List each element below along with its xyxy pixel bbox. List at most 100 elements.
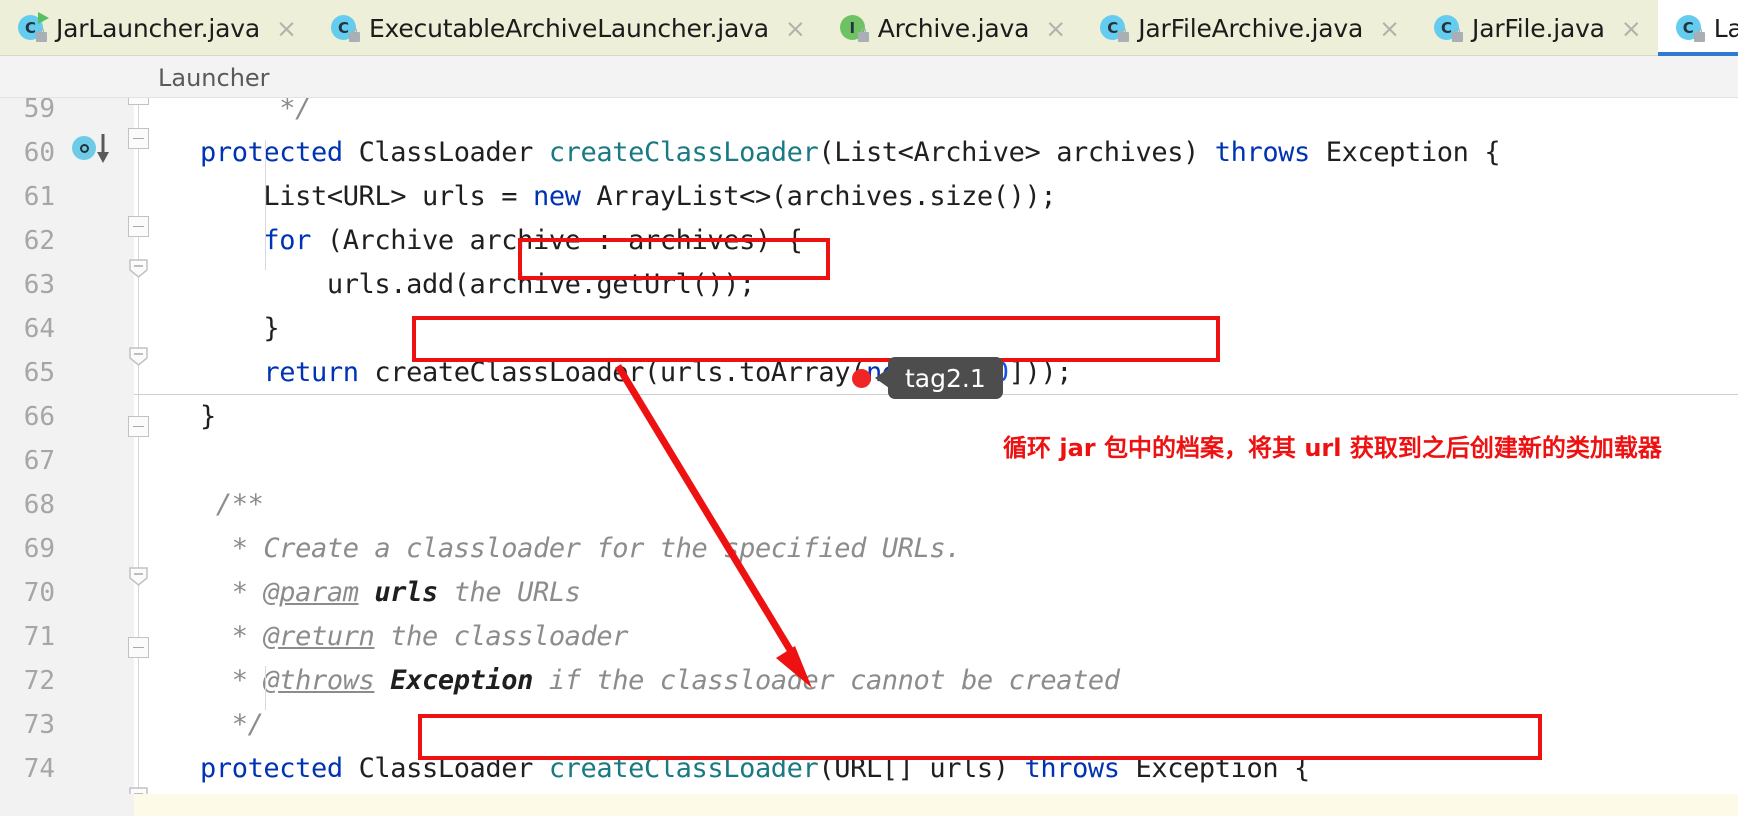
tab-label: JarFile.java [1472, 13, 1605, 43]
java-class-icon: C [18, 12, 49, 42]
code-token: List<URL> urls = [200, 181, 533, 212]
code-token: /** [200, 489, 264, 520]
code-line[interactable]: } [0, 308, 1738, 352]
code-line[interactable]: * @param urls the URLs [0, 572, 1738, 616]
code-line[interactable]: List<URL> urls = new ArrayList<>(archive… [0, 176, 1738, 220]
editor-tab-launcher[interactable]: C Launcher.java × [1657, 0, 1738, 56]
java-interface-icon: I [839, 14, 869, 42]
java-class-icon: C [1675, 14, 1705, 42]
marker-dot-tag2-1 [852, 369, 871, 388]
code-token: urls.add(archive.getUrl()); [200, 269, 756, 300]
code-line[interactable]: */ [0, 98, 1738, 132]
code-token: the classloader [374, 621, 629, 652]
tab-label: Archive.java [877, 13, 1030, 43]
chinese-annotation-note: 循环 jar 包中的档案，将其 url 获取到之后创建新的类加载器 [1003, 434, 1662, 462]
code-token: ClassLoader [358, 753, 549, 784]
code-token: ])); [1008, 357, 1073, 388]
tab-label: JarFileArchive.java [1138, 13, 1364, 43]
editor-tab-bar: C JarLauncher.java × C ExecutableArchive… [0, 0, 1738, 56]
code-token: @param [263, 577, 359, 608]
code-line[interactable]: protected ClassLoader createClassLoader(… [0, 748, 1738, 792]
code-token: return [263, 357, 375, 388]
breadcrumb: Launcher [0, 56, 1738, 98]
ide-window: C JarLauncher.java × C ExecutableArchive… [0, 0, 1738, 816]
editor-tab-executablearchivelauncher[interactable]: C ExecutableArchiveLauncher.java × [313, 0, 822, 56]
code-token: createClassLoader [548, 137, 819, 168]
callout-tag2-1: tag2.1 [875, 357, 1003, 399]
tab-label: JarLauncher.java [56, 13, 260, 43]
fold-toggle[interactable] [128, 416, 149, 437]
code-token: createClassLoader(urls.toArray( [374, 357, 866, 388]
code-token: throws [1024, 753, 1136, 784]
code-token: urls [374, 577, 438, 608]
code-token: (List<Archive> archives) [818, 137, 1215, 168]
code-token: Exception { [1325, 137, 1501, 168]
code-line[interactable]: for (Archive archive : archives) { [0, 220, 1738, 264]
fold-toggle[interactable] [128, 98, 149, 105]
java-class-icon: C [330, 14, 360, 42]
code-token: ClassLoader [358, 137, 549, 168]
editor-tab-jarlauncher[interactable]: C JarLauncher.java × [0, 0, 313, 56]
code-token: Exception [390, 665, 533, 696]
callout-label: tag2.1 [905, 363, 986, 393]
editor-tab-jarfile[interactable]: C JarFile.java × [1416, 0, 1658, 56]
code-line[interactable]: urls.add(archive.getUrl()); [0, 264, 1738, 308]
code-token: (Archive archive : archives) { [326, 225, 803, 256]
code-token: } [200, 313, 280, 344]
code-token: if the classloader cannot be created [532, 665, 1120, 696]
breadcrumb-item-launcher[interactable]: Launcher [158, 64, 270, 92]
fold-end-marker[interactable] [128, 346, 149, 367]
overridden-method-icon[interactable] [72, 136, 96, 160]
code-token: */ [200, 709, 264, 740]
code-token: for [263, 225, 327, 256]
tab-label: ExecutableArchiveLauncher.java [368, 13, 769, 43]
editor-bottom-strip [0, 794, 1738, 816]
fold-end-marker[interactable] [128, 566, 149, 587]
close-icon[interactable]: × [1045, 16, 1066, 41]
close-icon[interactable]: × [785, 16, 806, 41]
java-class-icon: C [1100, 14, 1130, 42]
code-token: new [532, 181, 597, 212]
code-token: protected [200, 753, 359, 784]
close-icon[interactable]: × [1379, 16, 1400, 41]
code-token: the URLs [437, 577, 581, 608]
code-line[interactable]: /** [0, 484, 1738, 528]
code-token: @throws [263, 665, 375, 696]
code-token: throws [1214, 137, 1326, 168]
code-token: } [200, 401, 216, 432]
code-line[interactable]: * Create a classloader for the specified… [0, 528, 1738, 572]
fold-toggle[interactable] [128, 216, 149, 237]
code-token: Exception { [1135, 753, 1311, 784]
code-line[interactable]: protected ClassLoader createClassLoader(… [0, 132, 1738, 176]
code-line[interactable]: * @return the classloader [0, 616, 1738, 660]
editor-tab-archive[interactable]: I Archive.java × [822, 0, 1082, 56]
code-token: * [200, 577, 264, 608]
code-token: protected [200, 137, 359, 168]
code-token: * Create a classloader for the specified… [200, 533, 962, 564]
code-token: createClassLoader [548, 753, 819, 784]
code-token: * [200, 621, 264, 652]
fold-toggle[interactable] [128, 637, 149, 658]
close-icon[interactable]: × [1621, 16, 1642, 41]
indent-guide [265, 666, 266, 710]
fold-toggle[interactable] [128, 128, 149, 149]
indent-guide [265, 140, 266, 270]
close-icon[interactable]: × [276, 16, 297, 41]
code-token: @return [263, 621, 375, 652]
code-token: ArrayList<>(archives.size()); [596, 181, 1057, 212]
gutter-bottom [0, 794, 134, 816]
code-line[interactable]: * @throws Exception if the classloader c… [0, 660, 1738, 704]
code-token: */ [200, 98, 311, 124]
tab-label: Launcher.java [1713, 13, 1738, 43]
code-editor[interactable]: 59 */60 protected ClassLoader createClass… [0, 98, 1738, 816]
java-class-icon: C [1434, 14, 1464, 42]
code-token: * [200, 665, 264, 696]
fold-end-marker[interactable] [128, 258, 149, 279]
override-arrow-icon [97, 134, 109, 163]
editor-tab-jarfilearchive[interactable]: C JarFileArchive.java × [1082, 0, 1416, 56]
code-line[interactable]: */ [0, 704, 1738, 748]
